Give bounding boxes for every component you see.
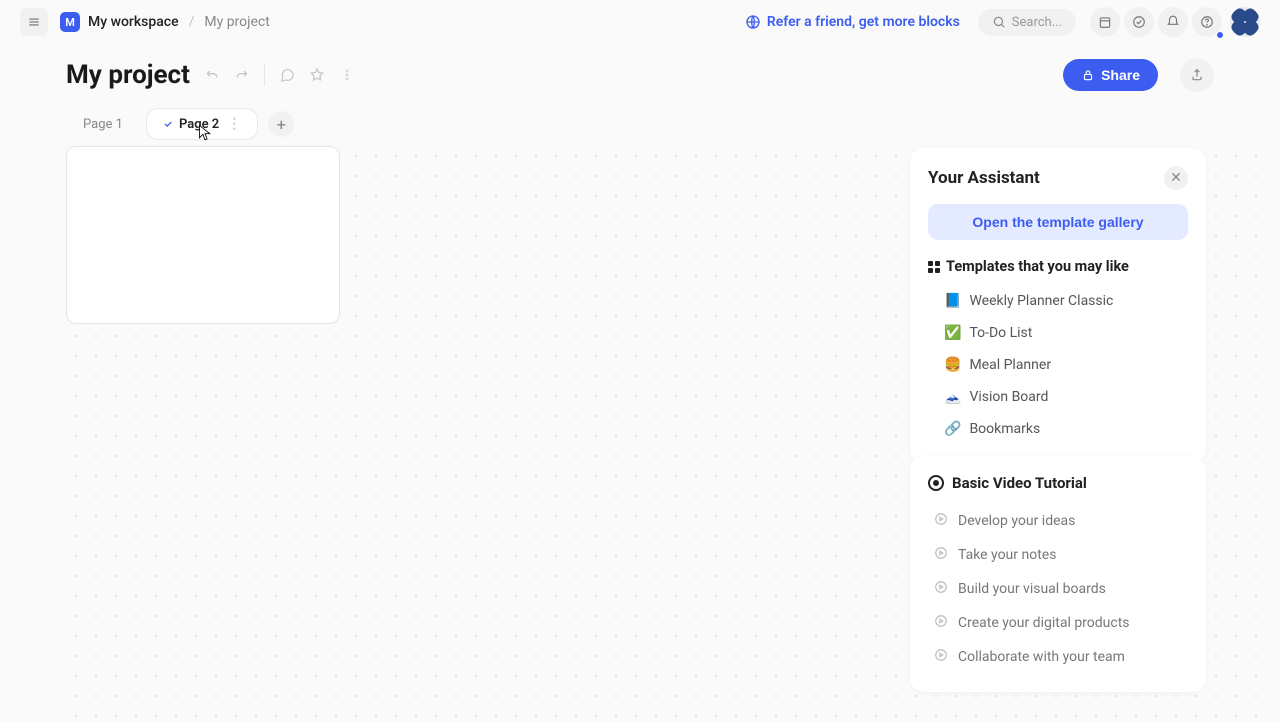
videos-heading: Basic Video Tutorial: [928, 474, 1188, 492]
templates-heading: Templates that you may like: [928, 258, 1188, 275]
template-item[interactable]: 🗻 Vision Board: [928, 381, 1188, 413]
tab-page-2[interactable]: Page 2 ⋮: [146, 108, 258, 140]
video-item[interactable]: Collaborate with your team: [928, 640, 1188, 674]
video-label: Create your digital products: [958, 615, 1130, 631]
grid-icon: [928, 261, 940, 273]
video-label: Build your visual boards: [958, 581, 1106, 597]
template-item[interactable]: ✅ To-Do List: [928, 317, 1188, 349]
share-button[interactable]: Share: [1063, 59, 1158, 91]
workspace-badge[interactable]: M: [60, 12, 80, 32]
template-label: Meal Planner: [969, 357, 1051, 373]
share-label: Share: [1101, 67, 1140, 83]
video-label: Develop your ideas: [958, 513, 1075, 529]
video-label: Collaborate with your team: [958, 649, 1125, 665]
tab-page-1[interactable]: Page 1: [66, 109, 140, 140]
template-item[interactable]: 🍔 Meal Planner: [928, 349, 1188, 381]
video-item[interactable]: Develop your ideas: [928, 504, 1188, 538]
open-template-gallery-button[interactable]: Open the template gallery: [928, 204, 1188, 240]
assistant-panel: Your Assistant ✕ Open the template galle…: [910, 148, 1206, 463]
sidebar-toggle[interactable]: [20, 8, 48, 36]
template-label: Vision Board: [969, 389, 1048, 405]
template-label: To-Do List: [969, 325, 1032, 341]
template-label: Weekly Planner Classic: [969, 293, 1113, 309]
play-icon: [934, 648, 948, 666]
template-emoji: 🍔: [944, 357, 961, 373]
videos-panel: Basic Video Tutorial Develop your ideas T…: [910, 456, 1206, 692]
breadcrumb: My workspace / My project: [88, 14, 270, 30]
calendar-button[interactable]: [1090, 7, 1120, 37]
template-label: Bookmarks: [969, 421, 1040, 437]
breadcrumb-workspace[interactable]: My workspace: [88, 14, 179, 30]
notification-dot: [1216, 31, 1224, 39]
star-button[interactable]: [309, 67, 325, 83]
search-input[interactable]: Search...: [978, 9, 1076, 36]
help-button[interactable]: [1192, 7, 1222, 37]
export-button[interactable]: [1180, 58, 1214, 92]
template-emoji: 🗻: [944, 389, 961, 405]
play-icon: [934, 512, 948, 530]
globe-icon: [745, 14, 761, 30]
breadcrumb-separator: /: [189, 14, 195, 30]
video-label: Take your notes: [958, 547, 1056, 563]
page-title: My project: [66, 60, 190, 90]
more-button[interactable]: [339, 67, 355, 83]
tab-more-icon[interactable]: ⋮: [225, 116, 241, 132]
play-icon: [934, 580, 948, 598]
breadcrumb-project[interactable]: My project: [204, 14, 269, 30]
tab-label: Page 2: [179, 117, 219, 132]
template-emoji: 🔗: [944, 421, 961, 437]
search-placeholder: Search...: [1012, 15, 1062, 30]
lock-icon: [1081, 68, 1095, 82]
record-icon: [928, 475, 944, 491]
add-tab-button[interactable]: +: [268, 111, 294, 137]
tab-label: Page 1: [83, 117, 123, 132]
template-emoji: ✅: [944, 325, 961, 341]
refer-label: Refer a friend, get more blocks: [767, 14, 960, 30]
play-icon: [934, 546, 948, 564]
refer-link[interactable]: Refer a friend, get more blocks: [745, 14, 960, 30]
video-item[interactable]: Build your visual boards: [928, 572, 1188, 606]
play-icon: [934, 614, 948, 632]
undo-button[interactable]: [204, 67, 220, 83]
search-icon: [992, 15, 1006, 29]
comments-button[interactable]: [279, 67, 295, 83]
video-item[interactable]: Create your digital products: [928, 606, 1188, 640]
check-icon: [163, 119, 173, 129]
empty-block[interactable]: [66, 146, 340, 324]
check-button[interactable]: [1124, 7, 1154, 37]
assistant-title: Your Assistant: [928, 168, 1040, 188]
video-item[interactable]: Take your notes: [928, 538, 1188, 572]
divider: [264, 64, 265, 86]
template-item[interactable]: 🔗 Bookmarks: [928, 413, 1188, 445]
template-emoji: 📘: [944, 293, 961, 309]
template-item[interactable]: 📘 Weekly Planner Classic: [928, 285, 1188, 317]
redo-button[interactable]: [234, 67, 250, 83]
avatar[interactable]: [1230, 7, 1260, 37]
close-button[interactable]: ✕: [1164, 166, 1188, 190]
notifications-button[interactable]: [1158, 7, 1188, 37]
